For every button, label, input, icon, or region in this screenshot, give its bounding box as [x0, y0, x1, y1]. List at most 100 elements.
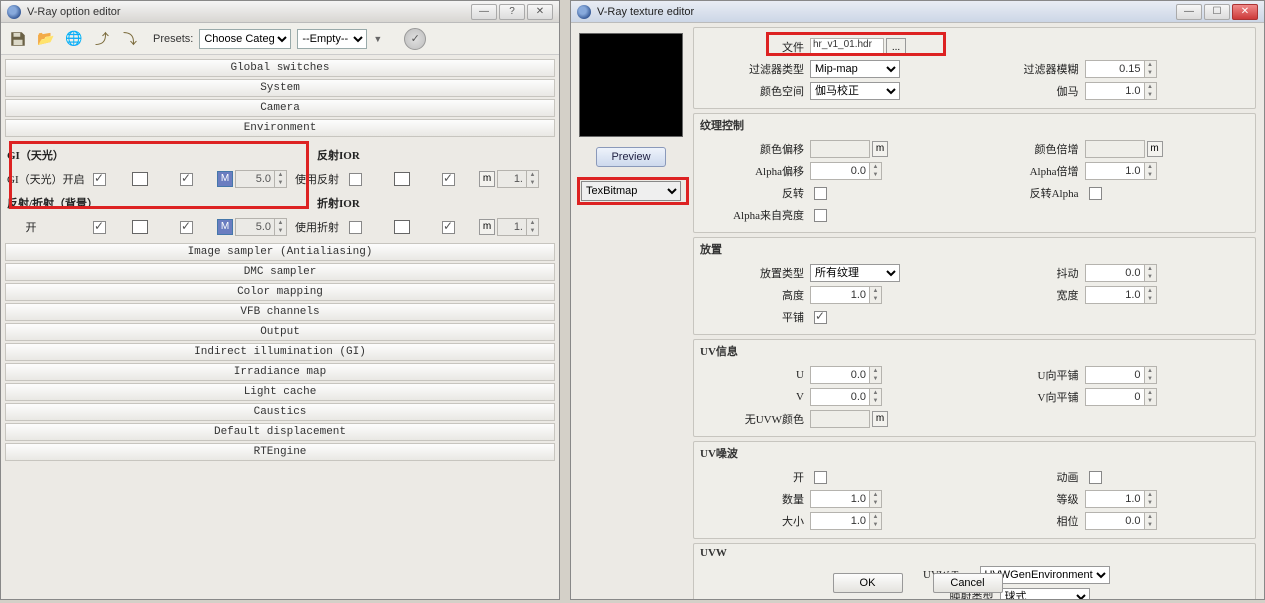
rr-mult-input[interactable] [235, 218, 275, 236]
section-caustics[interactable]: Caustics [5, 403, 555, 421]
section-rt[interactable]: RTEngine [5, 443, 555, 461]
preview-button[interactable]: Preview [596, 147, 666, 167]
noise-levels-input[interactable] [1085, 490, 1145, 508]
gi-color-swatch[interactable] [132, 172, 148, 186]
filter-blur-input[interactable] [1085, 60, 1145, 78]
filter-type-select[interactable]: Mip-map [810, 60, 900, 78]
use-refr-checkbox[interactable] [349, 221, 362, 234]
noise-phase-spinner[interactable]: ▲▼ [1145, 512, 1157, 530]
no-uvw-color-map-button[interactable]: m [872, 411, 888, 427]
globe-icon[interactable]: 🌐 [63, 28, 85, 50]
alpha-offset-spinner[interactable]: ▲▼ [870, 162, 882, 180]
refr-mult-spinner[interactable]: ▲▼ [527, 218, 539, 236]
no-uvw-color-input[interactable] [810, 410, 870, 428]
noise-amount-input[interactable] [810, 490, 870, 508]
section-global[interactable]: Global switches [5, 59, 555, 77]
alpha-mult-spinner[interactable]: ▲▼ [1145, 162, 1157, 180]
noise-size-input[interactable] [810, 512, 870, 530]
v-input[interactable] [810, 388, 870, 406]
section-lc[interactable]: Light cache [5, 383, 555, 401]
gi-mult-input[interactable] [235, 170, 275, 188]
noise-phase-input[interactable] [1085, 512, 1145, 530]
section-dmc[interactable]: DMC sampler [5, 263, 555, 281]
noise-levels-spinner[interactable]: ▲▼ [1145, 490, 1157, 508]
section-output[interactable]: Output [5, 323, 555, 341]
file-path-input[interactable]: hr_v1_01.hdr [810, 38, 884, 56]
filter-blur-spinner[interactable]: ▲▼ [1145, 60, 1157, 78]
section-gi[interactable]: Indirect illumination (GI) [5, 343, 555, 361]
section-image-sampler[interactable]: Image sampler (Antialiasing) [5, 243, 555, 261]
gi-aux-checkbox[interactable] [180, 173, 193, 186]
titlebar-right[interactable]: V-Ray texture editor — ☐ ✕ [571, 1, 1264, 23]
refr-aux-checkbox[interactable] [442, 221, 455, 234]
noise-on-checkbox[interactable] [814, 471, 827, 484]
close-button[interactable]: ✕ [527, 4, 553, 20]
invert-checkbox[interactable] [814, 187, 827, 200]
noise-size-spinner[interactable]: ▲▼ [870, 512, 882, 530]
refl-mult-input[interactable] [497, 170, 527, 188]
open-icon[interactable]: 📂 [35, 28, 57, 50]
gamma-spinner[interactable]: ▲▼ [1145, 82, 1157, 100]
preset-category-select[interactable]: Choose Catego [199, 29, 291, 49]
section-irr[interactable]: Irradiance map [5, 363, 555, 381]
gi-mult-spinner[interactable]: ▲▼ [275, 170, 287, 188]
titlebar-left[interactable]: V-Ray option editor — ? ✕ [1, 1, 559, 23]
cancel-button[interactable]: Cancel [933, 573, 1003, 593]
refl-map-button[interactable]: m [479, 171, 495, 187]
section-color-mapping[interactable]: Color mapping [5, 283, 555, 301]
rr-color-swatch[interactable] [132, 220, 148, 234]
refr-map-button[interactable]: m [479, 219, 495, 235]
color-offset-map-button[interactable]: m [872, 141, 888, 157]
refr-mult-input[interactable] [497, 218, 527, 236]
v-tile-spinner[interactable]: ▲▼ [1145, 388, 1157, 406]
minimize-button[interactable]: — [1176, 4, 1202, 20]
section-environment[interactable]: Environment [5, 119, 555, 137]
color-space-select[interactable]: 伽马校正 [810, 82, 900, 100]
close-button[interactable]: ✕ [1232, 4, 1258, 20]
help-button[interactable]: ? [499, 4, 525, 20]
gamma-input[interactable] [1085, 82, 1145, 100]
u-spinner[interactable]: ▲▼ [870, 366, 882, 384]
place-type-select[interactable]: 所有纹理 [810, 264, 900, 282]
rr-map-button[interactable]: M [217, 219, 233, 235]
texture-type-select[interactable]: TexBitmap [581, 181, 681, 201]
invert-alpha-checkbox[interactable] [1089, 187, 1102, 200]
minimize-button[interactable]: — [471, 4, 497, 20]
rr-on-checkbox[interactable] [93, 221, 106, 234]
section-camera[interactable]: Camera [5, 99, 555, 117]
noise-amount-spinner[interactable]: ▲▼ [870, 490, 882, 508]
v-tile-input[interactable] [1085, 388, 1145, 406]
refl-mult-spinner[interactable]: ▲▼ [527, 170, 539, 188]
color-mult-map-button[interactable]: m [1147, 141, 1163, 157]
noise-anim-checkbox[interactable] [1089, 471, 1102, 484]
rr-aux-checkbox[interactable] [180, 221, 193, 234]
gi-on-checkbox[interactable] [93, 173, 106, 186]
alpha-mult-input[interactable] [1085, 162, 1145, 180]
section-vfb[interactable]: VFB channels [5, 303, 555, 321]
file-browse-button[interactable]: ... [886, 38, 906, 56]
preset-value-select[interactable]: --Empty-- [297, 29, 367, 49]
refl-aux-checkbox[interactable] [442, 173, 455, 186]
section-system[interactable]: System [5, 79, 555, 97]
section-disp[interactable]: Default displacement [5, 423, 555, 441]
maximize-button[interactable]: ☐ [1204, 4, 1230, 20]
u-tile-spinner[interactable]: ▲▼ [1145, 366, 1157, 384]
rr-mult-spinner[interactable]: ▲▼ [275, 218, 287, 236]
color-offset-input[interactable] [810, 140, 870, 158]
color-mult-input[interactable] [1085, 140, 1145, 158]
jitter-input[interactable] [1085, 264, 1145, 282]
width-input[interactable] [1085, 286, 1145, 304]
alpha-offset-input[interactable] [810, 162, 870, 180]
refr-color-swatch[interactable] [394, 220, 410, 234]
apply-icon[interactable]: ✓ [404, 28, 426, 50]
download-icon[interactable]: ⤵ [119, 28, 141, 50]
height-input[interactable] [810, 286, 870, 304]
alpha-from-lum-checkbox[interactable] [814, 209, 827, 222]
gi-map-button[interactable]: M [217, 171, 233, 187]
preset-nudge[interactable]: ▼ [373, 34, 382, 44]
width-spinner[interactable]: ▲▼ [1145, 286, 1157, 304]
ok-button[interactable]: OK [833, 573, 903, 593]
use-refl-checkbox[interactable] [349, 173, 362, 186]
upload-icon[interactable]: ⤴ [91, 28, 113, 50]
refl-color-swatch[interactable] [394, 172, 410, 186]
